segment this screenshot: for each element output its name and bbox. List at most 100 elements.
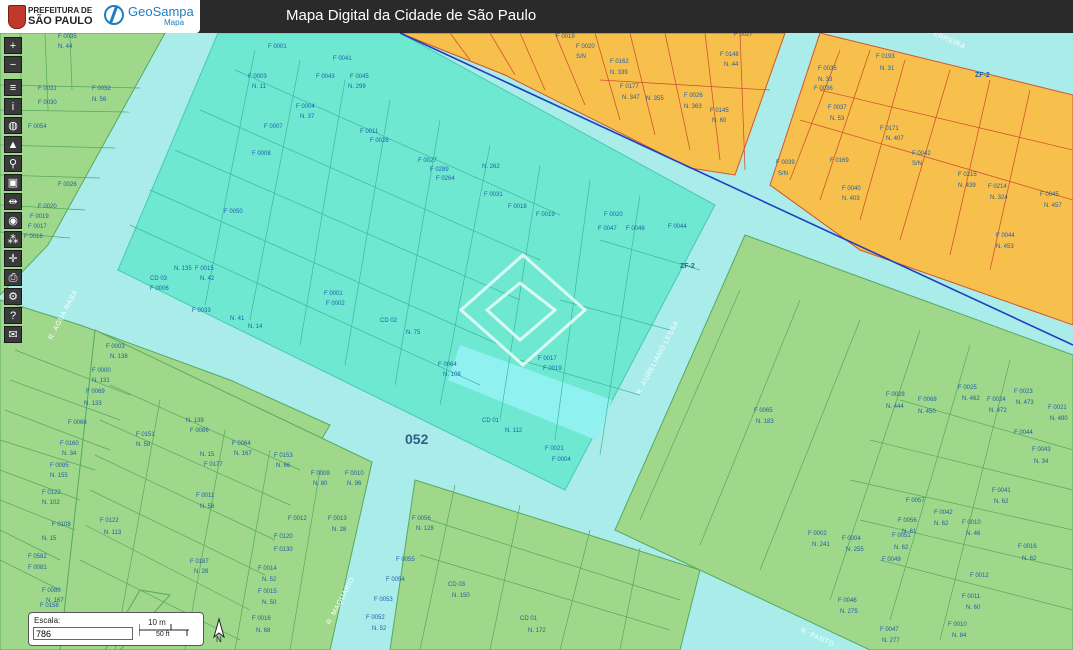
lot-label: F 0187 — [190, 559, 209, 565]
lot-label: CD 03 — [150, 276, 168, 282]
lot-label: S/N — [576, 54, 586, 60]
lot-label: F 0051 — [892, 533, 911, 539]
lot-label: N. 31 — [880, 66, 895, 72]
lot-label: F 0044 — [1014, 430, 1033, 436]
lot-label: N. 56 — [92, 97, 107, 103]
map-canvas[interactable]: 052 ZF-2 ZF-2 R. AGUA RASA R. AURELIANO LESS… — [0, 0, 1073, 650]
lot-label: F 0054 — [386, 577, 405, 583]
lot-label: F 0007 — [264, 124, 283, 130]
print-icon[interactable]: ⎙ — [4, 269, 22, 286]
scale-metric-label: 10 m — [148, 618, 166, 627]
lot-label: F 0023 — [1014, 389, 1033, 395]
lot-label: N. 172 — [528, 628, 546, 634]
help-icon[interactable]: ? — [4, 307, 22, 324]
lot-label: F 0020 — [604, 212, 623, 218]
lot-label: F 0001 — [268, 44, 287, 50]
lot-label: F 0039 — [776, 160, 795, 166]
lot-label: F 0053 — [374, 597, 393, 603]
lot-label: F 0069 — [86, 389, 105, 395]
crosshair-icon[interactable]: ✛ — [4, 250, 22, 267]
save-icon[interactable]: ▣ — [4, 174, 22, 191]
pattern-icon[interactable]: ⁂ — [4, 231, 22, 248]
lot-label: F 0122 — [100, 518, 119, 524]
lot-label: F 0004 — [296, 104, 315, 110]
lot-label: F 0002 — [326, 301, 345, 307]
lot-label: F 0049 — [882, 557, 901, 563]
lot-label: F 0045 — [350, 74, 369, 80]
lot-label: F 0041 — [992, 488, 1011, 494]
lot-label: F 0003 — [106, 344, 125, 350]
pointer-icon[interactable]: ▲ — [4, 136, 22, 153]
lot-label: F 0040 — [842, 186, 861, 192]
lot-label: F 0016 — [24, 234, 43, 240]
lot-label: F 0019 — [30, 214, 49, 220]
zoom-in-button[interactable]: + — [4, 37, 22, 54]
lot-label: F 0015 — [258, 589, 277, 595]
lot-label: N. 50 — [262, 600, 277, 606]
lot-label: CD 02 — [380, 318, 398, 324]
lot-label: N. 84 — [952, 633, 967, 639]
header-bar: PREFEITURA DE SÃO PAULO GeoSampa Mapa Ma… — [0, 0, 1073, 33]
lot-label: F 0177 — [204, 462, 223, 468]
lot-label: N. 472 — [989, 408, 1007, 414]
scale-panel: Escala: 10 m 50 ft N — [28, 612, 225, 646]
lot-label: N. 480 — [1050, 416, 1068, 422]
lot-label: F 0042 — [912, 151, 931, 157]
settings-icon[interactable]: ⚙ — [4, 288, 22, 305]
lot-label: N. 42 — [200, 276, 215, 282]
lot-label: N. 68 — [256, 628, 271, 634]
lot-label: N. 15 — [200, 452, 215, 458]
globe-icon[interactable]: ◍ — [4, 117, 22, 134]
lot-label: F 0016 — [1018, 544, 1037, 550]
map-layer[interactable]: 052ZF-2ZF-2R. AGUA RASAR. AURELIANO LESS… — [0, 0, 1073, 650]
lot-label: F 0582 — [28, 554, 47, 560]
layers-icon[interactable]: ≡ — [4, 79, 22, 96]
scale-label: Escala: — [34, 616, 61, 625]
lot-label: S/N — [778, 171, 788, 177]
lot-label: F 0043 — [316, 74, 335, 80]
lot-label: F 0026 — [58, 182, 77, 188]
lot-label: F 0028 — [370, 138, 389, 144]
lot-label: N. 34 — [1034, 459, 1049, 465]
measure-icon[interactable]: ⇹ — [4, 193, 22, 210]
lot-label: F 0148 — [720, 52, 739, 58]
lot-label: F 0066 — [68, 420, 87, 426]
lot-label: N. 167 — [234, 451, 252, 457]
lot-label: N. 60 — [966, 605, 981, 611]
lot-label: N. 133 — [84, 401, 102, 407]
zone-label: ZF-2 — [975, 72, 990, 79]
lot-label: N. 62 — [934, 521, 949, 527]
lot-label: N. 102 — [42, 500, 60, 506]
lot-label: N. 139 — [186, 418, 204, 424]
geosampa-logo-icon — [104, 5, 124, 25]
lot-label: N. 75 — [406, 330, 421, 336]
lot-label: F 0031 — [38, 86, 57, 92]
search-icon[interactable]: ⚲ — [4, 155, 22, 172]
lot-label: F 0003 — [248, 74, 267, 80]
lot-label: N. 241 — [812, 542, 830, 548]
lot-label: N. 255 — [846, 547, 864, 553]
lot-label: F 0095 — [50, 463, 69, 469]
lot-label: N. 275 — [840, 609, 858, 615]
film-icon[interactable]: ◉ — [4, 212, 22, 229]
lot-label: N. 444 — [886, 404, 904, 410]
info-icon[interactable]: i — [4, 98, 22, 115]
lot-label: F 0033 — [192, 308, 211, 314]
lot-label: F 0081 — [28, 565, 47, 571]
lot-label: N. 324 — [990, 195, 1008, 201]
logo-area[interactable]: PREFEITURA DE SÃO PAULO GeoSampa Mapa — [0, 0, 200, 33]
lot-label: F 0056 — [412, 516, 431, 522]
lot-label: F 0010 — [962, 520, 981, 526]
lot-label: N. 15 — [42, 536, 57, 542]
lot-label: N. 34 — [62, 451, 77, 457]
lot-label: N. 138 — [110, 354, 128, 360]
north-label: N — [216, 635, 222, 644]
mail-icon[interactable]: ✉ — [4, 326, 22, 343]
lot-label: F 0122 — [42, 490, 61, 496]
scale-input[interactable] — [33, 627, 133, 640]
lot-label: F 0045 — [1040, 192, 1059, 198]
lot-label: N. 96 — [347, 481, 362, 487]
lot-label: F 0153 — [274, 453, 293, 459]
zoom-out-button[interactable]: − — [4, 56, 22, 73]
lot-label: N. 363 — [684, 104, 702, 110]
